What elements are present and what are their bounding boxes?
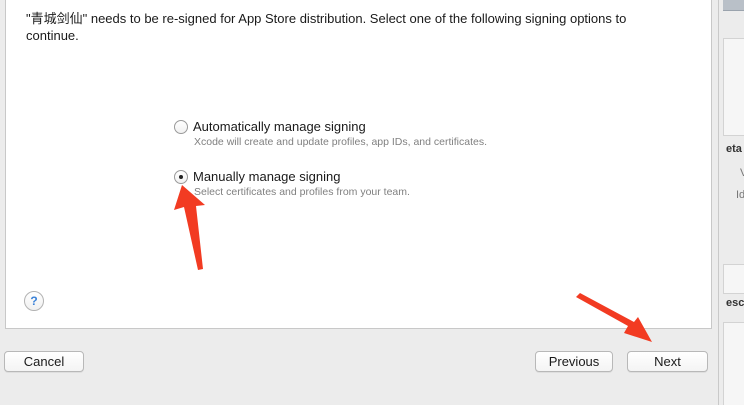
radio-automatic-signing[interactable] [174, 120, 188, 134]
signing-sheet: "青城剑仙" needs to be re-signed for App Sto… [0, 0, 718, 405]
instructions-text: "青城剑仙" needs to be re-signed for App Sto… [26, 11, 627, 43]
option-automatic-label: Automatically manage signing [193, 119, 366, 134]
option-manual-description: Select certificates and profiles from yo… [194, 186, 410, 198]
background-label-fragment: eta [726, 143, 742, 155]
background-label-fragment: Id [736, 189, 744, 201]
background-window: eta V Id esc [718, 0, 744, 405]
background-panel [723, 38, 744, 136]
background-panel [723, 322, 744, 405]
radio-manual-signing[interactable] [174, 170, 188, 184]
background-label-fragment: esc [726, 297, 744, 309]
radio-selected-dot-icon [179, 175, 183, 179]
option-manual-label: Manually manage signing [193, 169, 341, 184]
help-button[interactable]: ? [24, 291, 44, 311]
next-button[interactable]: Next [627, 351, 708, 372]
background-label-fragment: V [740, 167, 744, 179]
cancel-button[interactable]: Cancel [4, 351, 84, 372]
background-panel [723, 264, 744, 294]
previous-button[interactable]: Previous [535, 351, 613, 372]
option-automatic-description: Xcode will create and update profiles, a… [194, 136, 487, 148]
background-toolbar [723, 0, 744, 11]
options-panel: "青城剑仙" needs to be re-signed for App Sto… [5, 0, 712, 329]
